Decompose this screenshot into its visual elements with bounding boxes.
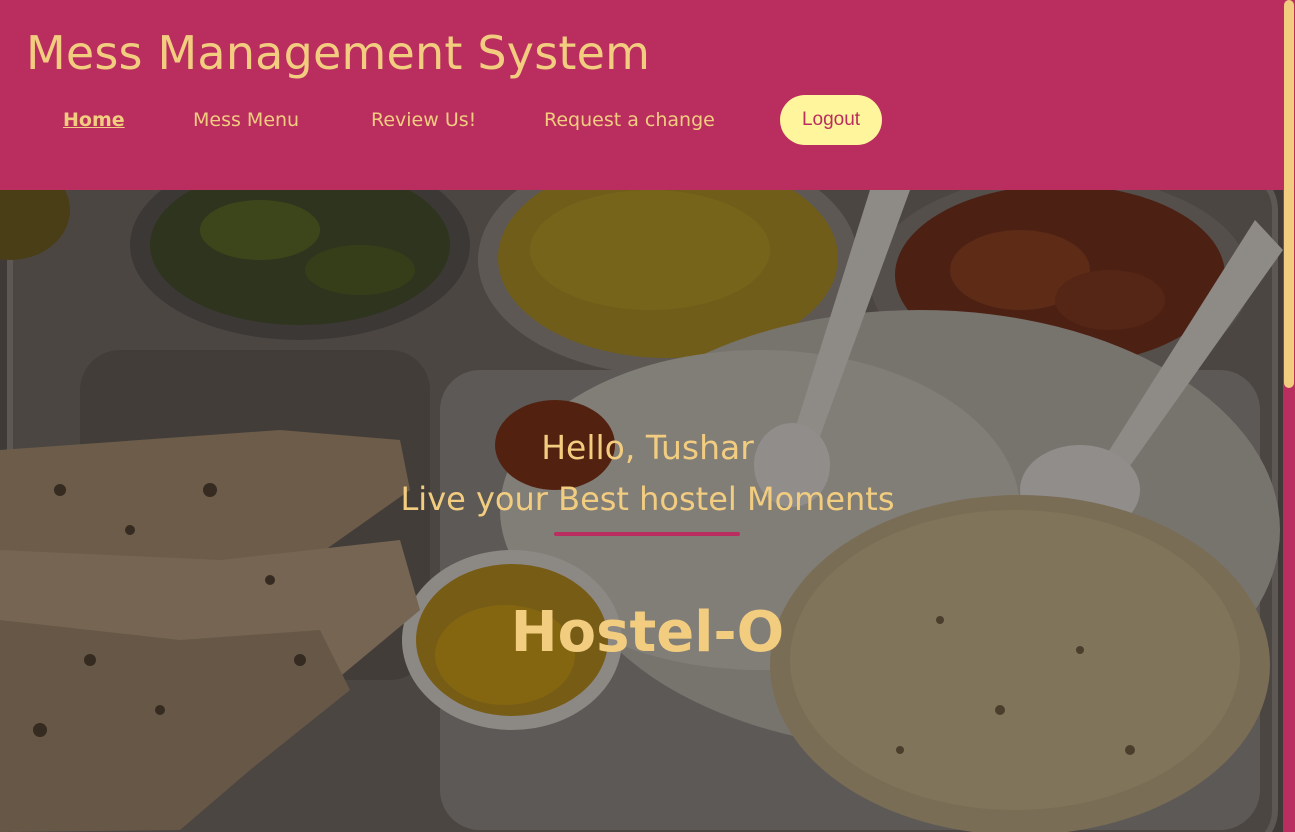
page-scrollbar[interactable] xyxy=(1283,0,1295,832)
nav-link-mess-menu[interactable]: Mess Menu xyxy=(193,95,299,145)
site-title: Mess Management System xyxy=(26,26,651,80)
main-nav: Home Mess Menu Review Us! Request a chan… xyxy=(0,95,1283,145)
nav-link-review[interactable]: Review Us! xyxy=(371,95,476,145)
site-header: Mess Management System Home Mess Menu Re… xyxy=(0,0,1283,190)
nav-link-request-change[interactable]: Request a change xyxy=(544,95,715,145)
scrollbar-thumb[interactable] xyxy=(1284,0,1294,388)
hostel-name: Hostel-O xyxy=(510,600,785,665)
tagline-divider xyxy=(554,532,740,536)
page: Mess Management System Home Mess Menu Re… xyxy=(0,0,1295,832)
nav-link-home[interactable]: Home xyxy=(63,95,125,145)
greeting-text: Hello, Tushar xyxy=(541,428,754,467)
logout-button[interactable]: Logout xyxy=(780,95,882,145)
tagline-text: Live your Best hostel Moments xyxy=(400,480,895,518)
